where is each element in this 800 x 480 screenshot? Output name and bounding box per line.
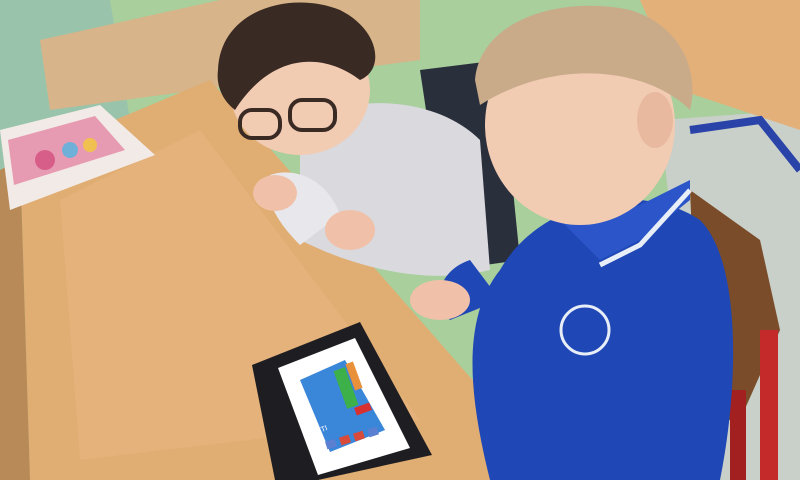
classroom-scene: TI xyxy=(0,0,800,480)
scene-illustration: TI xyxy=(0,0,800,480)
